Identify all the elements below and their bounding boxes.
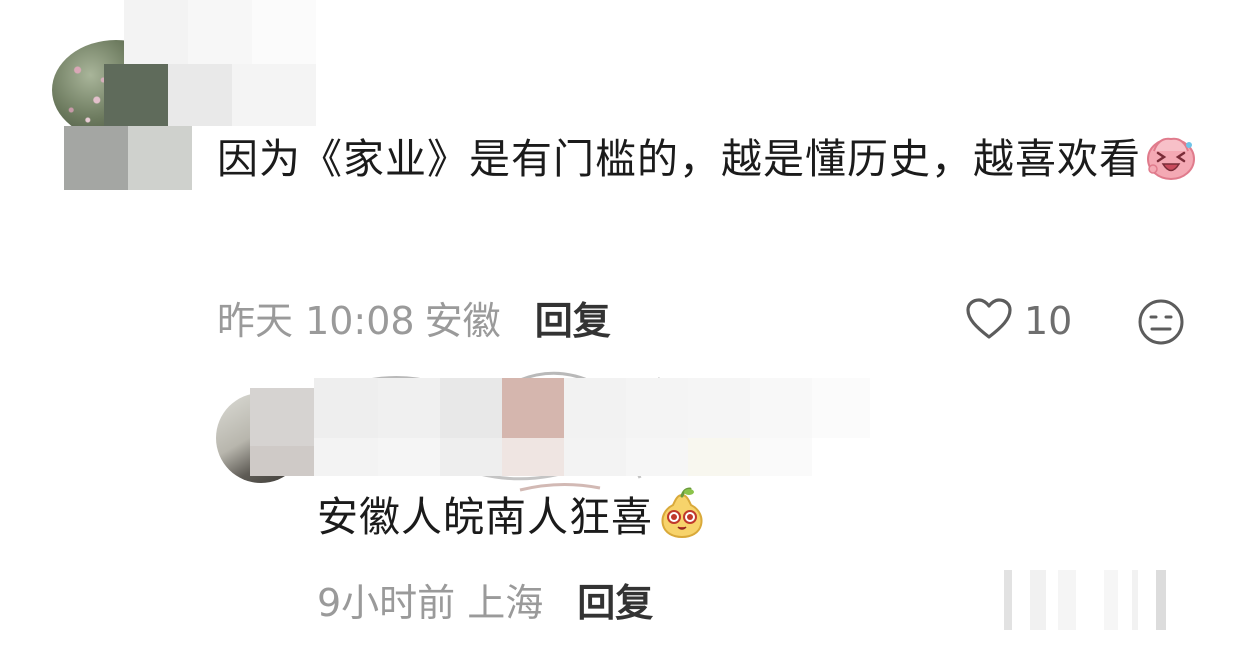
comment-location: 安徽 [424, 299, 501, 343]
comment-text: 因为《家业》是有门槛的，越是懂历史，越喜欢看 [217, 135, 1141, 183]
reply-reply-button[interactable]: 回复 [577, 581, 653, 625]
comment-body: 因为《家业》是有门槛的，越是懂历史，越喜欢看 [217, 128, 1217, 198]
obscured-action-bars [996, 570, 1196, 630]
like-count: 10 [1024, 299, 1073, 343]
reply-meta: 9小时前 上海 回复 [317, 578, 653, 628]
pear-face-sticker-icon [657, 487, 707, 553]
heart-outline-icon [964, 297, 1014, 345]
like-button[interactable]: 10 [964, 296, 1072, 346]
comment-meta: 昨天 10:08 安徽 回复 [217, 296, 611, 346]
neutral-face-icon[interactable] [1137, 298, 1185, 350]
reply-text: 安徽人皖南人狂喜 [317, 493, 653, 541]
laughing-face-sticker-icon [1145, 133, 1197, 198]
comment-thread: 因为《家业》是有门槛的，越是懂历史，越喜欢看 昨天 10:08安徽 回复 10 [0, 0, 1260, 672]
reply-time: 9小时前 [317, 581, 456, 625]
comment-time: 昨天 10:08 [217, 299, 415, 343]
reply-username-mosaic [250, 378, 870, 498]
reply-location: 上海 [467, 581, 544, 625]
reply-button[interactable]: 回复 [535, 299, 611, 343]
reply-body: 安徽人皖南人狂喜 [317, 487, 707, 553]
